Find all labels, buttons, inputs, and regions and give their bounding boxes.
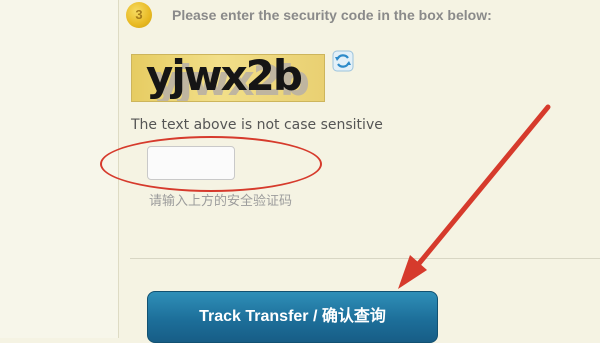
left-panel: [0, 0, 119, 338]
captcha-image: yjwx2b yjwx2b: [131, 54, 325, 102]
step-number-badge: 3: [126, 2, 152, 28]
step-instruction: Please enter the security code in the bo…: [172, 7, 492, 23]
security-code-input[interactable]: [147, 146, 235, 180]
security-code-hint-cn: 请输入上方的安全验证码: [149, 194, 293, 209]
refresh-icon[interactable]: [332, 50, 354, 72]
case-sensitivity-note: The text above is not case sensitive: [131, 117, 383, 133]
captcha-text: yjwx2b: [146, 54, 303, 100]
section-divider: [130, 258, 600, 259]
track-transfer-button[interactable]: Track Transfer / 确认查询: [147, 291, 438, 343]
